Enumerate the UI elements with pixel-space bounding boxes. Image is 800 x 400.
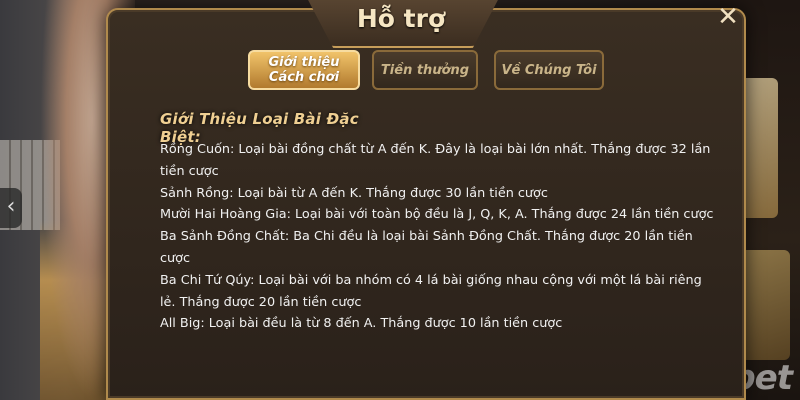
rule-item: Ba Chi Tứ Qúy: Loại bài với ba nhóm có 4… — [160, 272, 702, 310]
rule-item: Rồng Cuốn: Loại bài đồng chất từ A đến K… — [160, 142, 711, 179]
tab-bar: Giới thiệu Cách chơi Tiền thưởng Về Chún… — [248, 50, 608, 92]
tab-rewards-label: Tiền thưởng — [380, 62, 470, 78]
close-icon[interactable]: ✕ — [714, 4, 742, 32]
tab-introduction[interactable]: Giới thiệu Cách chơi — [248, 50, 360, 90]
rule-item: All Big: Loại bài đều là từ 8 đến A. Thắ… — [160, 316, 563, 332]
tab-about-us-label: Về Chúng Tôi — [501, 62, 597, 78]
rule-item: Mười Hai Hoàng Gia: Loại bài với toàn bộ… — [160, 207, 714, 223]
tab-introduction-label: Giới thiệu Cách chơi — [268, 55, 340, 85]
rules-content[interactable]: Rồng Cuốn: Loại bài đồng chất từ A đến K… — [160, 139, 720, 354]
rule-item: Sảnh Rồng: Loại bài từ A đến K. Thắng đư… — [160, 185, 548, 201]
rule-item: Ba Sảnh Đồng Chất: Ba Chi đều là loại bà… — [160, 229, 693, 266]
section-heading: Giới Thiệu Loại Bài Đặc Biệt: — [154, 110, 404, 146]
tab-about-us[interactable]: Về Chúng Tôi — [494, 50, 604, 90]
modal-title: Hỗ trợ — [356, 4, 446, 33]
tab-rewards[interactable]: Tiền thưởng — [372, 50, 478, 90]
chevron-left-icon[interactable]: ‹ — [0, 188, 22, 228]
